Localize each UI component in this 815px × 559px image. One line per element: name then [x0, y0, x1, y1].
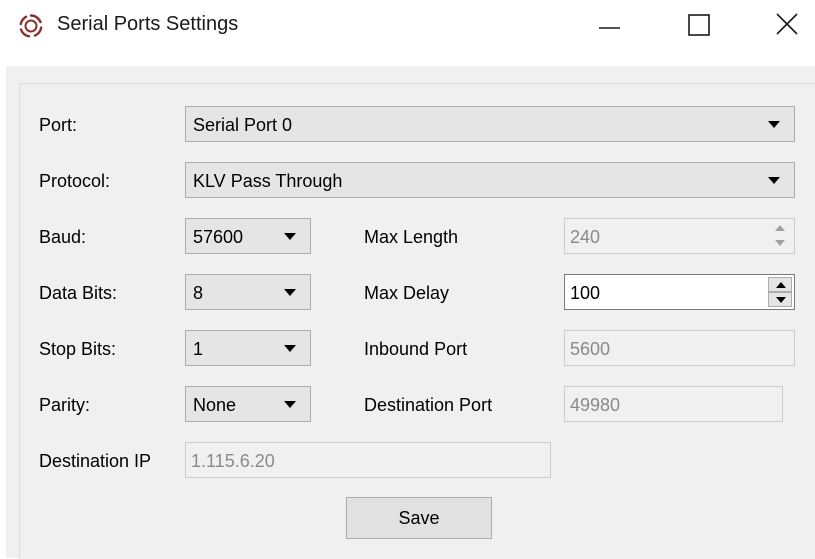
chevron-down-icon: [775, 240, 785, 246]
max-delay-spinner: [768, 277, 792, 307]
save-button[interactable]: Save: [346, 497, 492, 539]
destination-port-label: Destination Port: [364, 395, 493, 415]
parity-value: None: [193, 395, 237, 415]
port-dropdown[interactable]: Serial Port 0: [185, 106, 795, 142]
chevron-down-icon: [284, 401, 296, 408]
max-length-value: 240: [570, 227, 601, 247]
inbound-port-field[interactable]: 5600: [564, 330, 795, 366]
parity-dropdown[interactable]: None: [185, 386, 311, 422]
data-bits-dropdown[interactable]: 8: [185, 274, 311, 310]
max-delay-value: 100: [570, 283, 601, 303]
chevron-down-icon: [768, 121, 780, 128]
chevron-down-icon: [284, 289, 296, 296]
maximize-button[interactable]: [678, 6, 724, 46]
protocol-label: Protocol:: [39, 171, 111, 191]
inbound-port-value: 5600: [570, 339, 611, 359]
chevron-up-icon: [776, 282, 786, 288]
destination-ip-value: 1.115.6.20: [191, 451, 275, 471]
maximize-icon: [688, 14, 710, 36]
baud-label: Baud:: [39, 227, 87, 247]
max-length-decrement-button[interactable]: [768, 236, 792, 251]
max-length-stepper[interactable]: 240: [564, 218, 795, 254]
minimize-button[interactable]: [594, 6, 640, 46]
close-icon: [776, 13, 798, 35]
title-bar: Serial Ports Settings: [0, 0, 815, 52]
data-bits-value: 8: [193, 283, 204, 303]
minimize-icon: [599, 27, 620, 29]
destination-port-value: 49980: [570, 395, 621, 415]
max-length-label: Max Length: [364, 227, 459, 247]
port-value: Serial Port 0: [193, 115, 293, 135]
stop-bits-value: 1: [193, 339, 204, 359]
protocol-dropdown[interactable]: KLV Pass Through: [185, 162, 795, 198]
baud-value: 57600: [193, 227, 244, 247]
parity-label: Parity:: [39, 395, 91, 415]
max-length-spinner: [768, 221, 792, 251]
stop-bits-dropdown[interactable]: 1: [185, 330, 311, 366]
chevron-down-icon: [284, 345, 296, 352]
chevron-up-icon: [775, 225, 785, 231]
settings-panel: [19, 83, 815, 559]
chevron-down-icon: [768, 177, 780, 184]
close-button[interactable]: [766, 6, 812, 46]
max-delay-increment-button[interactable]: [768, 277, 792, 292]
destination-port-field[interactable]: 49980: [564, 386, 783, 422]
chevron-down-icon: [284, 233, 296, 240]
inbound-port-label: Inbound Port: [364, 339, 468, 359]
baud-dropdown[interactable]: 57600: [185, 218, 311, 254]
destination-ip-label: Destination IP: [39, 451, 152, 471]
chevron-down-icon: [776, 297, 786, 303]
save-button-label: Save: [398, 508, 440, 528]
max-delay-stepper[interactable]: 100: [564, 274, 795, 310]
protocol-value: KLV Pass Through: [193, 171, 343, 191]
window-title: Serial Ports Settings: [57, 13, 239, 35]
max-delay-decrement-button[interactable]: [768, 292, 792, 307]
destination-ip-field[interactable]: 1.115.6.20: [185, 442, 551, 478]
app-logo-icon: [19, 14, 43, 38]
data-bits-label: Data Bits:: [39, 283, 118, 303]
max-length-increment-button[interactable]: [768, 221, 792, 236]
port-label: Port:: [39, 115, 78, 135]
max-delay-label: Max Delay: [364, 283, 450, 303]
stop-bits-label: Stop Bits:: [39, 339, 117, 359]
